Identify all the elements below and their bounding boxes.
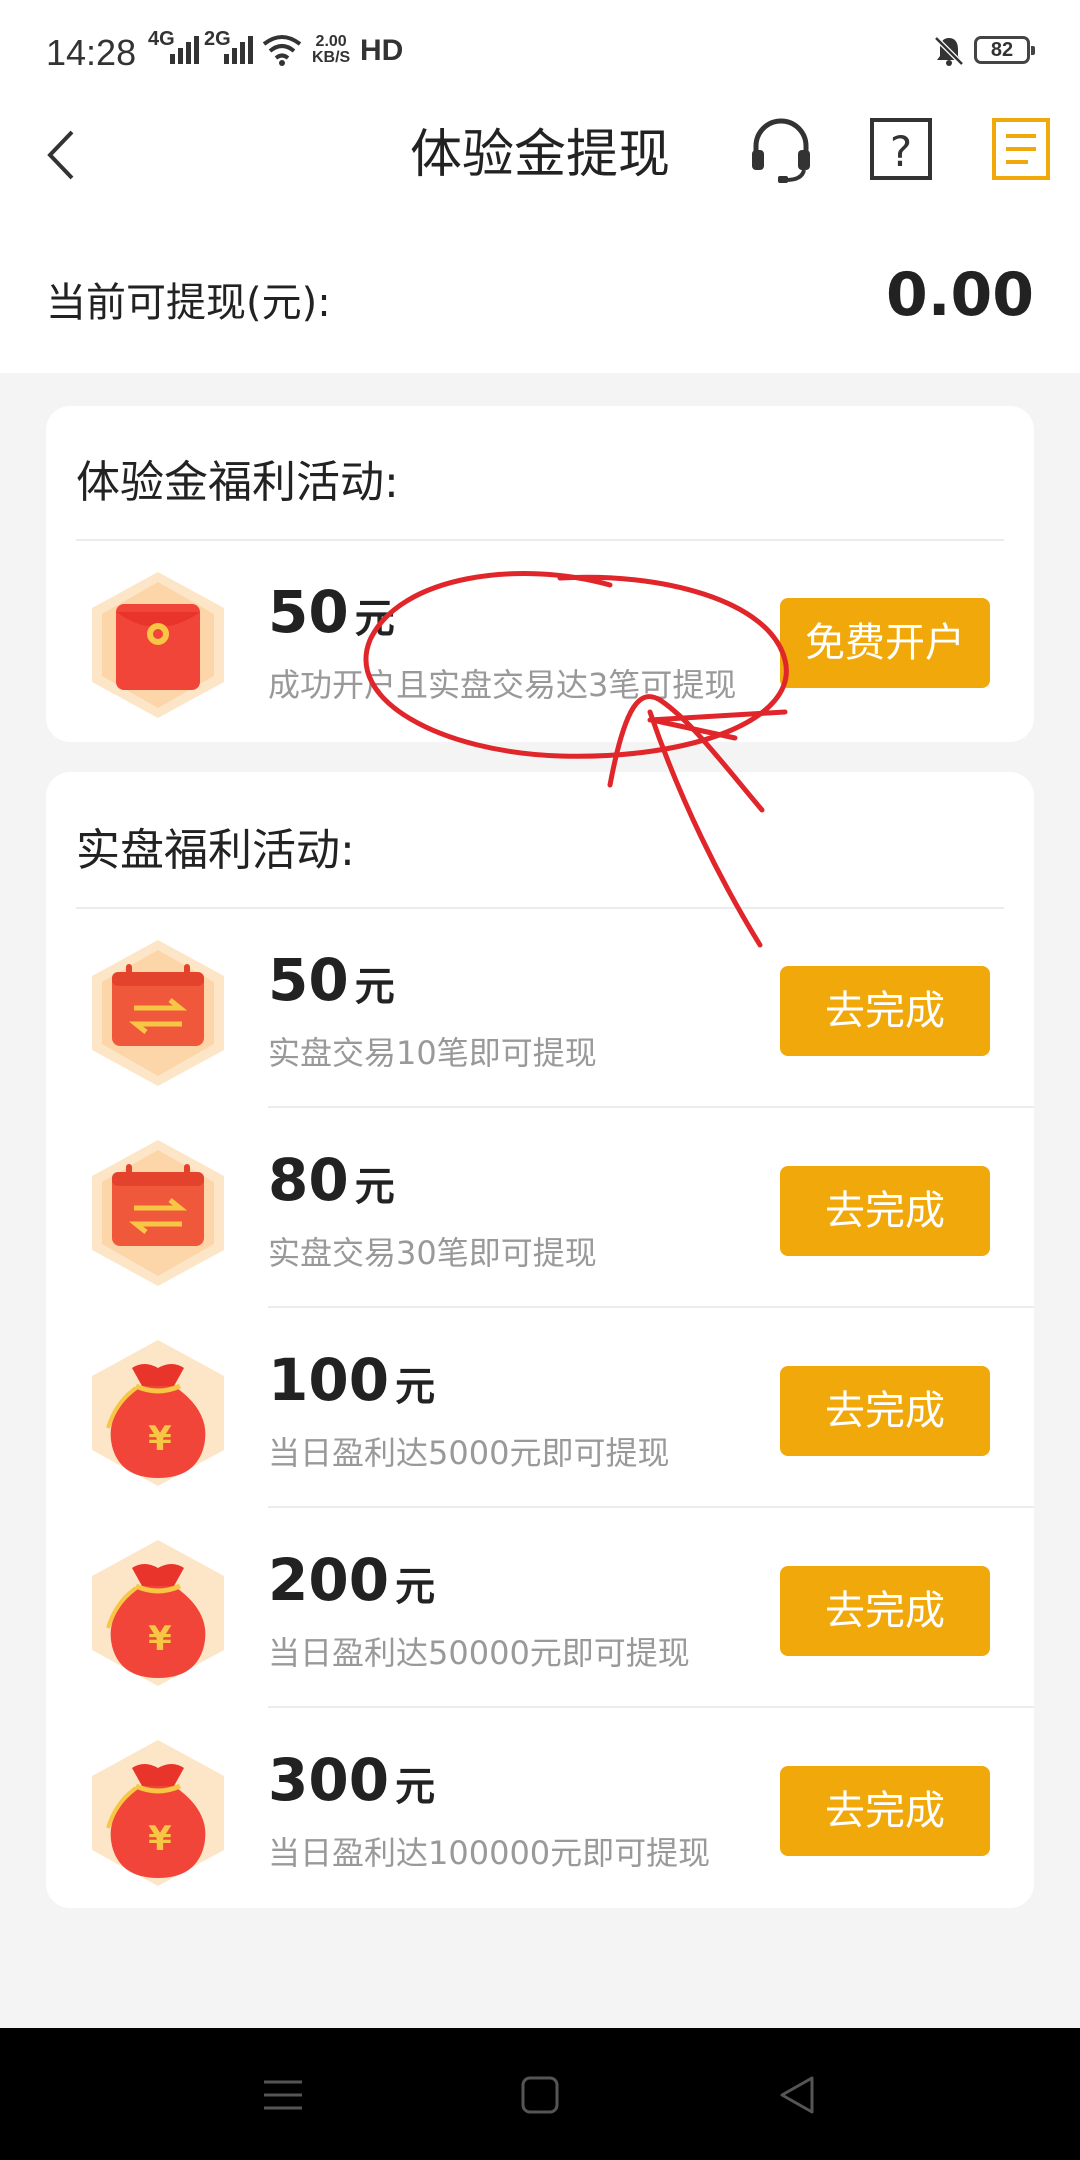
task-description: 实盘交易10笔即可提现 [268, 1034, 597, 1072]
task-row: ¥ 100 元 当日盈利达5000元即可提现 去完成 [46, 1308, 1034, 1508]
trial-section-title: 体验金福利活动: [76, 457, 399, 508]
amount-value: 50 [268, 946, 349, 1014]
money-bag-icon: ¥ [92, 1340, 224, 1486]
trade-exchange-icon [92, 1140, 224, 1286]
amount-unit: 元 [395, 1364, 436, 1410]
balance-value: 0.00 [885, 260, 1034, 330]
task-amount: 200 元 [268, 1546, 435, 1614]
task-amount: 50 元 [268, 946, 395, 1014]
svg-text:¥: ¥ [148, 1419, 172, 1459]
svg-text:?: ? [890, 127, 912, 176]
task-description: 成功开户且实盘交易达3笔可提现 [268, 666, 737, 704]
task-description: 当日盈利达100000元即可提现 [268, 1834, 711, 1872]
amount-unit: 元 [395, 1764, 436, 1810]
real-trading-activity-card: 实盘福利活动: 50 元 实盘交易10笔即可提现 去完成 80 元 实盘交易30… [46, 772, 1034, 1908]
speed-unit: KB/S [312, 49, 351, 66]
real-section-title: 实盘福利活动: [76, 825, 355, 876]
wifi-icon [262, 35, 302, 66]
document-list-icon[interactable] [986, 114, 1056, 184]
home-icon[interactable] [515, 2070, 565, 2120]
task-row: 50 元 实盘交易10笔即可提现 去完成 [46, 908, 1034, 1108]
amount-value: 100 [268, 1346, 390, 1414]
task-description: 实盘交易30笔即可提现 [268, 1234, 597, 1272]
task-amount: 100 元 [268, 1346, 435, 1414]
signal-4g-icon [170, 34, 199, 64]
go-complete-button[interactable]: 去完成 [780, 1766, 990, 1856]
go-complete-button[interactable]: 去完成 [780, 1566, 990, 1656]
amount-value: 80 [268, 1146, 349, 1214]
trade-exchange-icon [92, 940, 224, 1086]
red-envelope-icon [92, 572, 224, 718]
amount-value: 200 [268, 1546, 390, 1614]
task-amount: 300 元 [268, 1746, 435, 1814]
money-bag-icon: ¥ [92, 1540, 224, 1686]
headset-icon[interactable] [746, 114, 816, 184]
free-open-account-button[interactable]: 免费开户 [780, 598, 990, 688]
amount-value: 300 [268, 1746, 390, 1814]
back-triangle-icon[interactable] [772, 2070, 822, 2120]
battery-indicator: 82 [974, 36, 1035, 64]
go-complete-button[interactable]: 去完成 [780, 1366, 990, 1456]
signal-2g-icon [224, 34, 253, 64]
go-complete-button[interactable]: 去完成 [780, 1166, 990, 1256]
task-row: 80 元 实盘交易30笔即可提现 去完成 [46, 1108, 1034, 1308]
system-navigation-bar [0, 2028, 1080, 2160]
amount-unit: 元 [354, 964, 395, 1010]
task-amount: 80 元 [268, 1146, 395, 1214]
trial-activity-card: 体验金福利活动: 50 元 成功开户且实盘交易达3笔可提现 免费开户 [46, 406, 1034, 742]
help-icon[interactable]: ? [866, 114, 936, 184]
task-amount: 50 元 [268, 578, 395, 646]
balance-row: 当前可提现(元): 0.00 [0, 210, 1080, 373]
status-bar: 14:28 4G 2G 2.00 KB/S HD 82 [0, 0, 1080, 100]
balance-label: 当前可提现(元): [46, 280, 331, 326]
money-bag-icon: ¥ [92, 1740, 224, 1886]
hd-indicator: HD [360, 34, 404, 67]
status-time: 14:28 [46, 32, 137, 73]
task-row: ¥ 200 元 当日盈利达50000元即可提现 去完成 [46, 1508, 1034, 1708]
task-row: 50 元 成功开户且实盘交易达3笔可提现 免费开户 [46, 540, 1034, 740]
go-complete-button[interactable]: 去完成 [780, 966, 990, 1056]
network-speed: 2.00 KB/S [312, 34, 350, 66]
task-description: 当日盈利达50000元即可提现 [268, 1634, 690, 1672]
amount-unit: 元 [354, 596, 395, 642]
amount-unit: 元 [354, 1164, 395, 1210]
amount-unit: 元 [395, 1564, 436, 1610]
amount-value: 50 [268, 578, 349, 646]
speed-value: 2.00 [315, 33, 347, 50]
mute-bell-icon [934, 36, 964, 66]
menu-icon[interactable] [258, 2070, 308, 2120]
task-row: ¥ 300 元 当日盈利达100000元即可提现 去完成 [46, 1708, 1034, 1908]
nav-bar: 体验金提现 ? [0, 100, 1080, 210]
svg-text:¥: ¥ [148, 1619, 172, 1659]
task-description: 当日盈利达5000元即可提现 [268, 1434, 670, 1472]
svg-text:¥: ¥ [148, 1819, 172, 1859]
